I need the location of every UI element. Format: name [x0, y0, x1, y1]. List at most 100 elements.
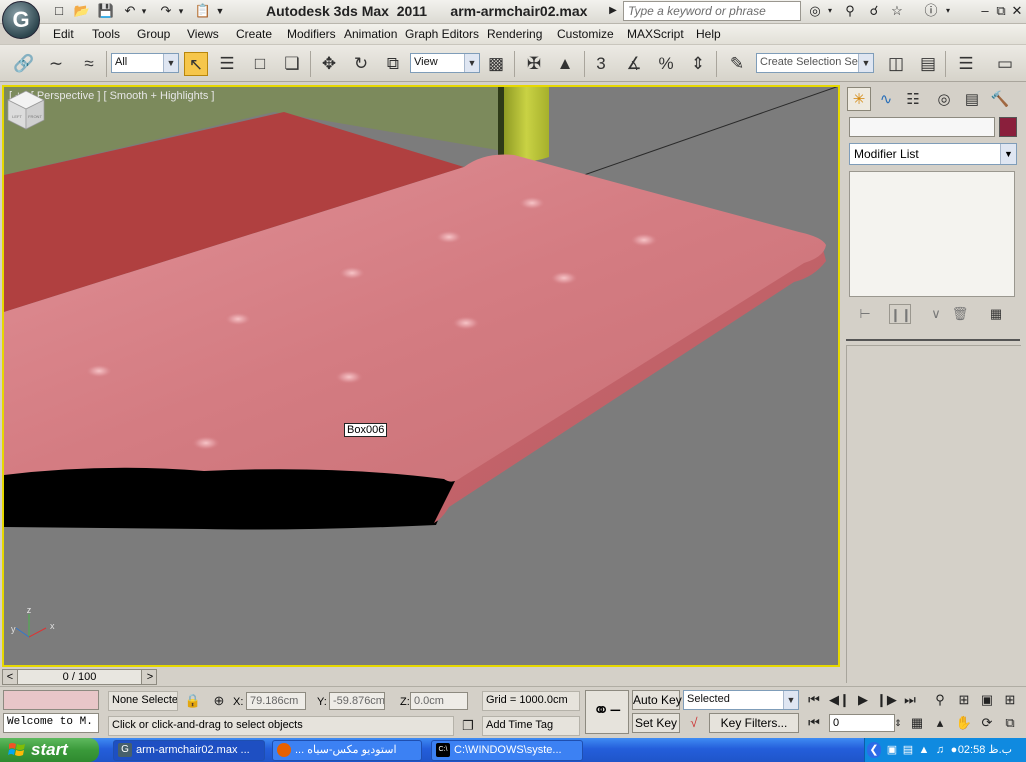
key-mode-toggle-icon[interactable]: ⏮ — [804, 713, 824, 733]
time-slider[interactable]: < 0 / 100 > — [2, 669, 157, 685]
orbit-icon[interactable]: ⟳ — [977, 713, 997, 733]
field-of-view-icon[interactable]: ▴ — [930, 713, 950, 733]
object-name-field[interactable] — [849, 117, 995, 137]
configure-modifier-sets-icon[interactable]: ▦ — [985, 304, 1007, 324]
taskbar-item-firefox[interactable]: ... استوديو مكس-سياه — [272, 740, 422, 761]
align-icon[interactable]: ▤ — [916, 52, 940, 76]
go-to-start-icon[interactable]: ⏮ — [804, 690, 824, 710]
menu-tools[interactable]: Tools — [92, 27, 120, 41]
undo-dropdown-icon[interactable]: ▾ — [139, 3, 149, 19]
utilities-tab-icon[interactable]: 🔨 — [988, 87, 1012, 111]
start-button[interactable]: start — [0, 738, 99, 762]
display-tab-icon[interactable]: ▤ — [960, 87, 984, 111]
menu-modifiers[interactable]: Modifiers — [287, 27, 336, 41]
set-key-big-button[interactable]: ⚭− — [585, 690, 629, 734]
select-and-scale-icon[interactable]: ⧉ — [381, 52, 405, 76]
use-pivot-center-icon[interactable]: ▩ — [484, 52, 508, 76]
subscription-center-icon[interactable]: ⚲ — [841, 3, 859, 19]
modifier-list-dropdown[interactable]: Modifier List ▼ — [849, 143, 1017, 165]
time-configuration-icon[interactable]: ▦ — [907, 713, 927, 733]
save-file-icon[interactable]: 💾 — [97, 3, 115, 19]
menu-customize[interactable]: Customize — [557, 27, 614, 41]
select-object-icon[interactable]: ↖ — [184, 52, 208, 76]
system-clock[interactable]: 02:58 ب.ظ — [958, 738, 1012, 762]
selection-filter-dropdown[interactable]: All ▼ — [111, 53, 179, 73]
default-tangents-icon[interactable]: √ — [684, 713, 704, 733]
time-slider-frame-label[interactable]: 0 / 100 — [17, 670, 142, 684]
safely-remove-hardware-icon[interactable]: ▲ — [917, 742, 931, 758]
infocenter-search-input[interactable]: Type a keyword or phrase — [623, 1, 801, 21]
maximize-viewport-icon[interactable]: ⧉ — [1000, 713, 1020, 733]
hierarchy-tab-icon[interactable]: ☷ — [901, 87, 925, 111]
next-frame-icon[interactable]: ❙▶ — [876, 690, 897, 710]
application-menu-button[interactable]: G — [2, 1, 40, 39]
make-unique-icon[interactable]: ∨ — [925, 304, 947, 324]
volume-icon[interactable]: ♫ — [933, 742, 947, 758]
modify-tab-icon[interactable]: ∿ — [874, 87, 898, 111]
close-icon[interactable]: ✕ — [1010, 2, 1024, 20]
show-end-result-icon[interactable]: ❙❙ — [889, 304, 912, 324]
key-mode-dropdown[interactable]: Selected ▼ — [683, 690, 799, 710]
layer-manager-icon[interactable]: ☰ — [954, 52, 978, 76]
zoom-all-icon[interactable]: ⊞ — [954, 690, 974, 710]
current-frame-field[interactable]: 0 — [829, 714, 895, 732]
redo-dropdown-icon[interactable]: ▾ — [176, 3, 186, 19]
restore-icon[interactable]: ⧉ — [994, 2, 1008, 20]
keyboard-shortcut-override-icon[interactable]: ▲ — [553, 52, 577, 76]
zoom-extents-icon[interactable]: ▣ — [977, 690, 997, 710]
rectangular-selection-region-icon[interactable]: □ — [248, 52, 272, 76]
reference-coordinate-system-dropdown[interactable]: View ▼ — [410, 53, 480, 73]
menu-rendering[interactable]: Rendering — [487, 27, 542, 41]
select-by-name-icon[interactable]: ☰ — [215, 52, 239, 76]
x-coord-field[interactable]: 79.186cm — [246, 692, 306, 710]
perspective-viewport[interactable]: z x y [ + ] [ Perspective ] [ Smooth + H… — [2, 85, 840, 667]
bind-to-space-warp-icon[interactable]: ≈ — [77, 52, 101, 76]
window-crossing-icon[interactable]: ❏ — [280, 52, 304, 76]
percent-snap-toggle-icon[interactable]: % — [654, 52, 678, 76]
motion-tab-icon[interactable]: ◎ — [932, 87, 956, 111]
expand-search-icon[interactable]: ▶ — [608, 3, 618, 19]
previous-frame-icon[interactable]: ◀❙ — [829, 690, 850, 710]
zoom-extents-all-icon[interactable]: ⊞ — [1000, 690, 1020, 710]
menu-group[interactable]: Group — [137, 27, 170, 41]
time-slider-prev-button[interactable]: < — [3, 670, 17, 684]
play-icon[interactable]: ▶ — [853, 690, 873, 710]
snaps-toggle-icon[interactable]: 3 — [589, 52, 613, 76]
time-slider-next-button[interactable]: > — [143, 670, 157, 684]
menu-animation[interactable]: Animation — [344, 27, 397, 41]
menu-help[interactable]: Help — [696, 27, 721, 41]
quick-access-dropdown-icon[interactable]: ▼ — [214, 3, 226, 19]
viewcube-icon[interactable]: LEFT FRONT — [4, 87, 48, 131]
object-color-swatch[interactable] — [999, 117, 1017, 137]
taskbar-item-cmd[interactable]: C:\ C:\WINDOWS\syste... — [431, 740, 583, 761]
time-tag-icon[interactable]: ❐ — [458, 716, 478, 736]
project-folder-icon[interactable]: 📋 — [194, 3, 212, 19]
favorites-star-icon[interactable]: ☆ — [888, 3, 906, 19]
set-key-button[interactable]: Set Key — [632, 713, 680, 733]
network-icon[interactable]: ▣ — [885, 742, 899, 758]
help-dropdown-icon[interactable]: ▾ — [944, 3, 952, 19]
go-to-end-icon[interactable]: ⏭ — [900, 690, 920, 710]
spinner-snap-toggle-icon[interactable]: ⇕ — [686, 52, 710, 76]
open-file-icon[interactable]: 📂 — [73, 3, 91, 19]
new-file-icon[interactable]: □ — [50, 3, 68, 19]
unlink-selection-icon[interactable]: ∼ — [44, 52, 68, 76]
zoom-icon[interactable]: ⚲ — [930, 690, 950, 710]
search-binoculars-icon[interactable]: ◎ — [806, 3, 824, 19]
remove-modifier-icon[interactable]: 🗑 — [949, 304, 971, 324]
add-time-tag-button[interactable]: Add Time Tag — [482, 716, 580, 736]
y-coord-field[interactable]: -59.876cm — [329, 692, 385, 710]
create-tab-icon[interactable]: ✳ — [847, 87, 871, 111]
select-and-link-icon[interactable]: 🔗 — [12, 52, 36, 76]
redo-icon[interactable]: ↷ — [157, 3, 175, 19]
pan-view-icon[interactable]: ✋ — [954, 713, 974, 733]
named-selection-sets-dropdown[interactable]: Create Selection Se ▼ — [756, 53, 874, 73]
maxscript-mini-listener[interactable]: Welcome to M. — [3, 713, 99, 733]
network-connection-icon[interactable]: ▤ — [901, 742, 915, 758]
pin-stack-icon[interactable]: ⊢ — [854, 304, 876, 324]
select-and-rotate-icon[interactable]: ↻ — [349, 52, 373, 76]
search-dropdown-icon[interactable]: ▾ — [826, 3, 834, 19]
taskbar-item-3dsmax[interactable]: G arm-armchair02.max ... — [113, 740, 265, 761]
modifier-stack[interactable] — [849, 171, 1015, 297]
key-filters-button[interactable]: Key Filters... — [709, 713, 799, 733]
